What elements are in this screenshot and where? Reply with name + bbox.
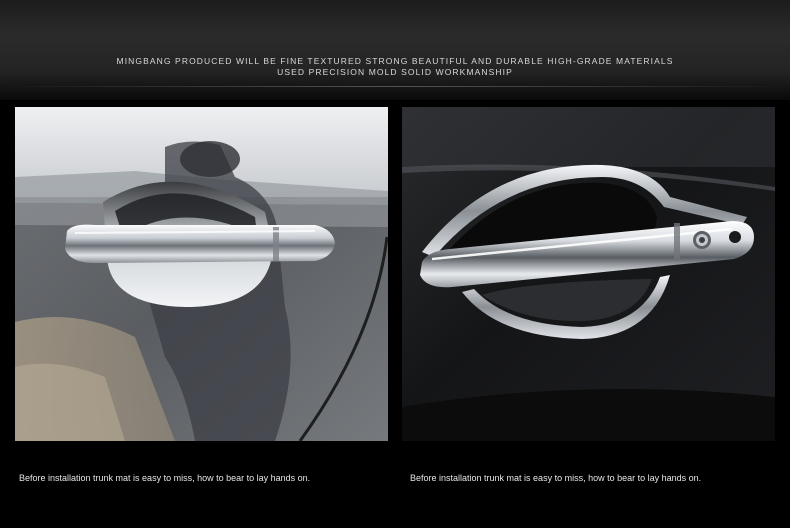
banner-divider (0, 86, 790, 87)
photo-caption-right: Before installation trunk mat is easy to… (410, 473, 702, 483)
banner-tagline-line1: MINGBANG PRODUCED WILL BE FINE TEXTURED … (116, 56, 674, 66)
photo-before-installation (15, 107, 388, 441)
photo-after-installation (402, 107, 775, 441)
banner-tagline-line2: USED PRECISION MOLD SOLID WORKMANSHIP (277, 67, 513, 77)
header-banner: MINGBANG PRODUCED WILL BE FINE TEXTURED … (0, 0, 790, 100)
photo-caption-left: Before installation trunk mat is easy to… (19, 473, 311, 483)
door-handle-photo-left (15, 107, 388, 441)
door-handle-photo-right (402, 107, 775, 441)
